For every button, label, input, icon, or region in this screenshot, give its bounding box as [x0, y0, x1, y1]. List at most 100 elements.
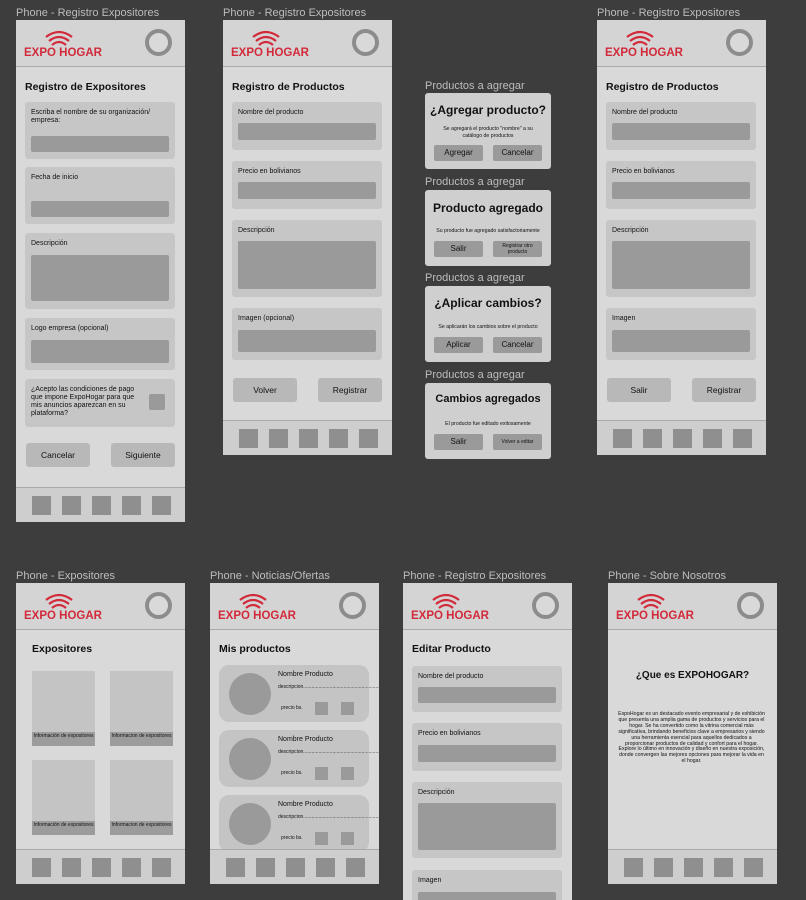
nav-item-icon[interactable] — [654, 858, 673, 877]
nav-item-icon[interactable] — [613, 429, 632, 448]
profile-avatar-icon[interactable] — [145, 592, 172, 619]
screen-body: Mis productos Nombre Producto descripcio… — [210, 630, 379, 884]
exhibitor-tile[interactable]: Información de expositores — [32, 760, 95, 835]
nav-item-icon[interactable] — [286, 858, 305, 877]
brand-logo[interactable]: EXPO HOGAR — [616, 592, 694, 624]
cancel-button[interactable]: Cancelar — [493, 337, 542, 353]
price-input[interactable] — [238, 182, 376, 199]
next-button[interactable]: Siguiente — [111, 443, 175, 467]
register-button[interactable]: Registrar — [318, 378, 382, 402]
cancel-button[interactable]: Cancelar — [493, 145, 542, 161]
delete-icon[interactable] — [341, 767, 354, 780]
frame-title: Phone - Expositores — [16, 570, 116, 582]
add-button[interactable]: Agregar — [434, 145, 483, 161]
nav-item-icon[interactable] — [733, 429, 752, 448]
logo-text: EXPO HOGAR — [231, 47, 309, 59]
description-textarea[interactable] — [238, 241, 376, 289]
exit-button[interactable]: Salir — [434, 434, 483, 450]
start-date-input[interactable] — [31, 201, 169, 217]
product-card[interactable]: Nombre Producto descripcion.............… — [219, 665, 379, 722]
profile-avatar-icon[interactable] — [339, 592, 366, 619]
nav-item-icon[interactable] — [62, 858, 81, 877]
brand-logo[interactable]: EXPO HOGAR — [605, 29, 683, 61]
nav-item-icon[interactable] — [32, 496, 51, 515]
description-textarea[interactable] — [418, 803, 556, 850]
nav-item-icon[interactable] — [256, 858, 275, 877]
back-button[interactable]: Volver — [233, 378, 297, 402]
nav-item-icon[interactable] — [329, 429, 348, 448]
description-textarea[interactable] — [31, 255, 169, 301]
terms-checkbox[interactable] — [149, 394, 165, 410]
apply-button[interactable]: Aplicar — [434, 337, 483, 353]
dialog-message: Se agregará el producto "nombre" a su ca… — [443, 126, 533, 139]
brand-logo[interactable]: EXPO HOGAR — [218, 592, 296, 624]
brand-logo[interactable]: EXPO HOGAR — [411, 592, 489, 624]
image-upload-input[interactable] — [612, 330, 750, 352]
nav-item-icon[interactable] — [62, 496, 81, 515]
nav-item-icon[interactable] — [714, 858, 733, 877]
profile-avatar-icon[interactable] — [532, 592, 559, 619]
profile-avatar-icon[interactable] — [737, 592, 764, 619]
roof-logo-icon — [239, 593, 267, 609]
product-card[interactable]: Nombre Producto descripcion.............… — [219, 795, 379, 852]
brand-logo[interactable]: EXPO HOGAR — [24, 29, 102, 61]
price-card: Precio en bolivianos — [606, 161, 756, 209]
nav-item-icon[interactable] — [239, 429, 258, 448]
image-upload-input[interactable] — [418, 892, 556, 900]
product-image — [229, 673, 271, 715]
nav-item-icon[interactable] — [643, 429, 662, 448]
product-card[interactable]: Nombre Producto descripcion.............… — [219, 730, 379, 787]
profile-avatar-icon[interactable] — [145, 29, 172, 56]
delete-icon[interactable] — [341, 702, 354, 715]
brand-logo[interactable]: EXPO HOGAR — [24, 592, 102, 624]
nav-item-icon[interactable] — [684, 858, 703, 877]
org-name-input[interactable] — [31, 136, 169, 152]
profile-avatar-icon[interactable] — [726, 29, 753, 56]
price-input[interactable] — [612, 182, 750, 199]
exit-button[interactable]: Salir — [434, 241, 483, 257]
logo-upload-input[interactable] — [31, 340, 169, 363]
register-button[interactable]: Registrar — [692, 378, 756, 402]
nav-item-icon[interactable] — [92, 858, 111, 877]
nav-item-icon[interactable] — [152, 858, 171, 877]
exhibitor-tile[interactable]: Informacion de expositores — [110, 760, 173, 835]
exhibitor-tile[interactable]: Información de expositores — [32, 671, 95, 746]
delete-icon[interactable] — [341, 832, 354, 845]
exit-button[interactable]: Salir — [607, 378, 671, 402]
nav-item-icon[interactable] — [624, 858, 643, 877]
nav-item-icon[interactable] — [32, 858, 51, 877]
nav-item-icon[interactable] — [359, 429, 378, 448]
nav-item-icon[interactable] — [316, 858, 335, 877]
description-textarea[interactable] — [612, 241, 750, 289]
edit-icon[interactable] — [315, 832, 328, 845]
image-upload-input[interactable] — [238, 330, 376, 352]
nav-item-icon[interactable] — [346, 858, 365, 877]
price-input[interactable] — [418, 745, 556, 762]
brand-logo[interactable]: EXPO HOGAR — [231, 29, 309, 61]
screen-body: Registro de Productos Nombre del product… — [223, 67, 392, 455]
nav-item-icon[interactable] — [703, 429, 722, 448]
edit-icon[interactable] — [315, 767, 328, 780]
logo-text: EXPO HOGAR — [24, 610, 102, 622]
cancel-button[interactable]: Cancelar — [26, 443, 90, 467]
product-name-input[interactable] — [612, 123, 750, 140]
nav-item-icon[interactable] — [122, 858, 141, 877]
nav-item-icon[interactable] — [744, 858, 763, 877]
price-card: Precio en bolivianos — [232, 161, 382, 209]
product-name-input[interactable] — [418, 687, 556, 703]
exhibitor-tile[interactable]: Informacion de expositores — [110, 671, 173, 746]
profile-avatar-icon[interactable] — [352, 29, 379, 56]
edit-icon[interactable] — [315, 702, 328, 715]
product-name-input[interactable] — [238, 123, 376, 140]
field-label: Imagen (opcional) — [238, 315, 295, 322]
nav-item-icon[interactable] — [673, 429, 692, 448]
register-another-button[interactable]: Registrar otro producto — [493, 241, 542, 257]
nav-item-icon[interactable] — [122, 496, 141, 515]
nav-item-icon[interactable] — [269, 429, 288, 448]
edit-again-button[interactable]: Volver a editar — [493, 434, 542, 450]
page-title: Registro de Productos — [232, 81, 345, 93]
nav-item-icon[interactable] — [152, 496, 171, 515]
nav-item-icon[interactable] — [299, 429, 318, 448]
nav-item-icon[interactable] — [92, 496, 111, 515]
nav-item-icon[interactable] — [226, 858, 245, 877]
